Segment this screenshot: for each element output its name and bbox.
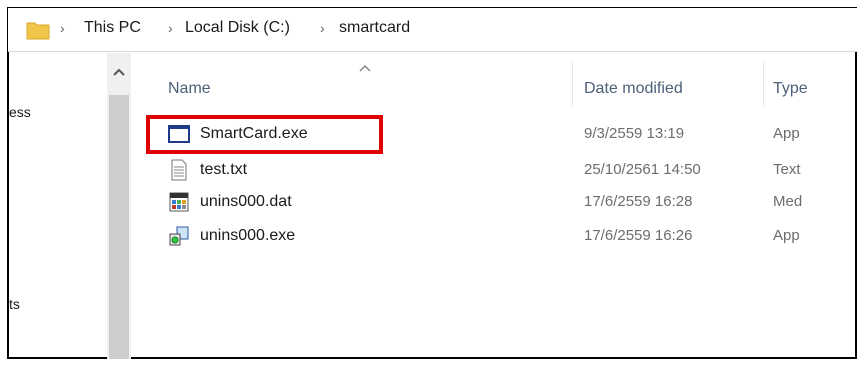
- sort-ascending-icon: [359, 64, 371, 72]
- nav-scrollbar-thumb[interactable]: [109, 95, 129, 359]
- chevron-right-icon[interactable]: ›: [320, 20, 325, 36]
- column-header-name[interactable]: Name: [168, 80, 211, 98]
- text-file-icon: [171, 159, 187, 181]
- file-row[interactable]: test.txt 25/10/2561 14:50 Text: [160, 155, 858, 185]
- address-bar[interactable]: › This PC › Local Disk (C:) › smartcard: [8, 8, 858, 52]
- breadcrumb-this-pc[interactable]: This PC: [84, 19, 141, 37]
- installer-icon: [169, 226, 189, 246]
- file-type: App: [773, 125, 800, 142]
- chevron-right-icon[interactable]: ›: [168, 20, 173, 36]
- breadcrumb-smartcard[interactable]: smartcard: [339, 19, 410, 37]
- column-header-type[interactable]: Type: [773, 80, 811, 98]
- nav-item-documents[interactable]: ts: [9, 296, 20, 312]
- file-date: 9/3/2559 13:19: [584, 125, 685, 142]
- file-date: 17/6/2559 16:28: [584, 193, 693, 210]
- column-divider[interactable]: [572, 62, 573, 106]
- file-date: 17/6/2559 16:26: [584, 227, 693, 244]
- file-type: Text: [773, 161, 801, 178]
- file-name: unins000.exe: [200, 227, 296, 244]
- media-file-icon: [169, 192, 189, 212]
- file-row[interactable]: unins000.exe 17/6/2559 16:26 App: [160, 221, 858, 251]
- file-type: App: [773, 227, 800, 244]
- highlight-box: [146, 115, 383, 154]
- chevron-right-icon[interactable]: ›: [60, 20, 65, 36]
- file-type: Med: [773, 193, 803, 210]
- file-name: unins000.dat: [200, 193, 292, 210]
- column-header-date-modified[interactable]: Date modified: [584, 80, 683, 98]
- column-divider[interactable]: [763, 62, 764, 106]
- file-date: 25/10/2561 14:50: [584, 161, 701, 178]
- breadcrumb-local-disk[interactable]: Local Disk (C:): [185, 19, 290, 37]
- folder-icon: [26, 22, 50, 40]
- file-row[interactable]: unins000.dat 17/6/2559 16:28 Med: [160, 187, 858, 217]
- nav-item-quick-access[interactable]: ess: [9, 104, 31, 120]
- scroll-up-arrow-icon[interactable]: [109, 63, 129, 83]
- file-name: test.txt: [200, 161, 248, 178]
